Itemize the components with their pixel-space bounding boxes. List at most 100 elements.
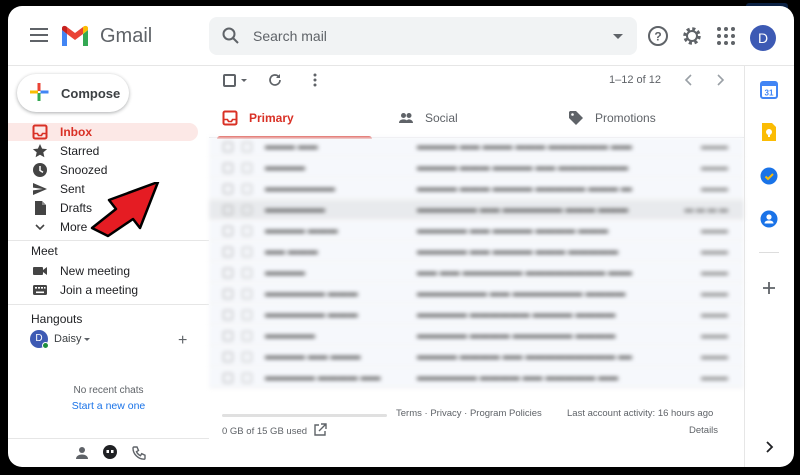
red-arrow-annotation — [90, 182, 160, 238]
sidebar-divider — [8, 240, 209, 241]
message-list: ▬▬▬ ▬▬ ▬▬▬▬ ▬▬ ▬▬▬ ▬▬▬ ▬▬▬▬▬▬ ▬▬▬ ▬▬▬ ▬▬▬▬… — [209, 137, 744, 399]
open-in-new-icon[interactable] — [313, 423, 327, 437]
tab-promotions[interactable]: Promotions — [555, 100, 735, 138]
meet-item-label: Join a meeting — [60, 283, 139, 297]
table-row[interactable]: ▬▬▬▬ ▬▬▬ ▬▬▬▬▬ ▬▬ ▬▬▬▬ ▬▬▬▬ ▬▬▬ ▬▬▬ — [209, 221, 744, 241]
account-avatar[interactable]: D — [750, 25, 776, 51]
add-addon-plus-icon[interactable] — [759, 278, 779, 298]
inbox-icon — [32, 124, 48, 140]
message-toolbar: 1–12 of 12 — [209, 66, 744, 104]
app-name: Gmail — [100, 25, 153, 47]
start-new-chat-link[interactable]: Start a new one — [8, 400, 209, 412]
sidebar-item-label: Inbox — [60, 125, 92, 139]
table-row[interactable]: ▬▬ ▬▬▬ ▬▬▬▬▬ ▬▬ ▬▬▬▬ ▬▬▬ ▬▬▬▬▬ ▬▬▬ — [209, 242, 744, 262]
sidebar-item-snoozed[interactable]: Snoozed — [8, 161, 198, 179]
tab-label: Social — [425, 111, 458, 125]
select-options-caret-icon[interactable] — [241, 79, 247, 82]
refresh-icon[interactable] — [267, 72, 283, 88]
clock-icon — [33, 163, 47, 177]
new-conversation-plus-icon[interactable]: + — [178, 332, 187, 350]
sidebar-item-label: Starred — [60, 144, 100, 158]
sidebar-bottom-bar — [8, 438, 209, 467]
program-policies-link[interactable]: Program Policies — [470, 408, 542, 419]
side-panel-divider — [759, 252, 779, 253]
sidebar-item-label: Sent — [60, 182, 85, 196]
tab-social[interactable]: Social — [385, 100, 555, 138]
online-status-dot — [42, 342, 49, 349]
footer-links: Terms · Privacy · Program Policies — [396, 408, 542, 419]
hangouts-section-title: Hangouts — [31, 312, 83, 326]
terms-link[interactable]: Terms — [396, 408, 422, 419]
help-icon[interactable]: ? — [646, 24, 670, 48]
send-icon — [33, 183, 47, 195]
table-row[interactable]: ▬▬▬▬▬▬▬ ▬▬▬▬ ▬▬▬ ▬▬▬▬ ▬▬▬▬▬ ▬▬▬ ▬▬ ▬▬▬ — [209, 179, 744, 199]
storage-usage-bar — [222, 414, 387, 417]
meet-join-meeting[interactable]: Join a meeting — [8, 281, 198, 299]
chevron-right-icon[interactable] — [712, 72, 728, 88]
no-recent-chats-text: No recent chats — [73, 385, 144, 396]
table-row[interactable]: ▬▬▬▬▬ ▬▬▬▬▬ ▬▬▬▬ ▬▬▬▬▬▬ ▬▬▬▬ ▬▬▬ — [209, 326, 744, 346]
pagination-count: 1–12 of 12 — [609, 74, 661, 86]
tab-label: Primary — [249, 111, 294, 125]
apps-grid-icon[interactable] — [714, 24, 738, 48]
compose-plus-icon — [30, 83, 49, 101]
table-row[interactable]: ▬▬▬▬ ▬▬ ▬▬▬ ▬▬▬▬ ▬▬▬▬ ▬▬ ▬▬▬▬▬▬▬▬▬ ▬▬ ▬▬▬ — [209, 347, 744, 367]
sidebar-item-inbox[interactable]: Inbox — [8, 123, 198, 141]
keep-notes-icon[interactable] — [759, 122, 779, 142]
compose-label: Compose — [61, 86, 121, 101]
tasks-icon[interactable] — [759, 166, 779, 186]
select-all-checkbox[interactable] — [223, 74, 236, 87]
tab-label: Promotions — [595, 111, 656, 125]
details-link[interactable]: Details — [689, 425, 718, 436]
contacts-icon[interactable] — [759, 209, 779, 229]
phone-call-icon[interactable] — [131, 445, 147, 461]
table-row[interactable]: ▬▬▬ ▬▬ ▬▬▬▬ ▬▬ ▬▬▬ ▬▬▬ ▬▬▬▬▬▬ ▬▬▬ ▬▬▬ — [209, 137, 744, 157]
side-panel: 31 — [744, 66, 794, 467]
table-row[interactable]: ▬▬▬▬ ▬▬ ▬▬ ▬▬▬▬▬▬ ▬▬▬▬▬▬▬▬ ▬▬▬ ▬▬▬ — [209, 263, 744, 283]
draft-icon — [35, 201, 46, 215]
svg-text:?: ? — [654, 30, 661, 44]
main-menu-icon[interactable] — [30, 28, 48, 42]
chevron-down-icon — [35, 224, 45, 231]
category-tabs: Primary Social Promotions — [209, 100, 744, 139]
meet-item-label: New meeting — [60, 264, 131, 278]
sidebar-divider — [8, 304, 209, 305]
calendar-icon[interactable]: 31 — [759, 80, 779, 100]
chevron-left-icon[interactable] — [681, 72, 697, 88]
table-row[interactable]: ▬▬▬▬▬ ▬▬▬▬ ▬▬ ▬▬▬▬▬▬ ▬▬▬▬ ▬▬ ▬▬▬▬▬ ▬▬ ▬▬▬ — [209, 368, 744, 388]
svg-text:31: 31 — [765, 89, 774, 98]
hangouts-user-name: Daisy — [54, 333, 82, 345]
table-row[interactable]: ▬▬▬▬▬▬ ▬▬▬ ▬▬▬▬▬ ▬▬▬▬▬▬ ▬▬▬▬ ▬▬▬▬ ▬▬▬ — [209, 305, 744, 325]
video-icon — [33, 267, 47, 275]
star-icon — [32, 144, 48, 158]
search-input[interactable]: Search mail — [253, 28, 327, 44]
search-bar[interactable]: Search mail — [209, 17, 637, 55]
more-vert-icon[interactable] — [307, 72, 323, 88]
tag-icon — [569, 111, 583, 125]
search-icon[interactable] — [221, 26, 241, 46]
sidebar-item-starred[interactable]: Starred — [8, 142, 198, 160]
table-row[interactable]: ▬▬▬▬▬▬ ▬▬▬▬▬▬ ▬▬ ▬▬▬▬▬▬ ▬▬▬ ▬▬▬ ▬ ▬ ▬ ▬ — [209, 200, 744, 220]
sidebar-item-label: More — [60, 220, 88, 234]
settings-gear-icon[interactable] — [680, 24, 704, 48]
hangouts-chat-icon[interactable] — [101, 444, 119, 462]
gmail-window: Gmail Search mail ? D Compose Inbox Star… — [8, 6, 794, 467]
hangouts-status-caret-icon[interactable] — [84, 338, 90, 341]
meet-new-meeting[interactable]: New meeting — [8, 262, 198, 280]
tab-primary[interactable]: Primary — [209, 100, 379, 139]
people-icon — [399, 113, 413, 123]
last-account-activity: Last account activity: 16 hours ago — [567, 408, 714, 419]
chevron-right-icon[interactable] — [759, 437, 779, 457]
sidebar-item-label: Snoozed — [60, 163, 108, 177]
top-bar: Gmail Search mail ? D — [8, 6, 794, 66]
privacy-link[interactable]: Privacy — [430, 408, 461, 419]
inbox-icon — [222, 110, 238, 126]
table-row[interactable]: ▬▬▬▬ ▬▬▬▬ ▬▬▬ ▬▬▬▬ ▬▬ ▬▬▬▬▬▬▬ ▬▬▬ — [209, 158, 744, 178]
compose-button[interactable]: Compose — [17, 74, 129, 112]
keyboard-icon — [33, 285, 47, 295]
table-row[interactable]: ▬▬▬▬▬▬ ▬▬▬ ▬▬▬▬▬▬▬ ▬▬ ▬▬▬▬▬▬▬ ▬▬▬▬ ▬▬▬ — [209, 284, 744, 304]
search-options-icon[interactable] — [613, 34, 623, 39]
contacts-person-icon[interactable] — [74, 445, 90, 461]
meet-section-title: Meet — [31, 244, 58, 258]
gmail-logo-icon — [62, 25, 88, 46]
